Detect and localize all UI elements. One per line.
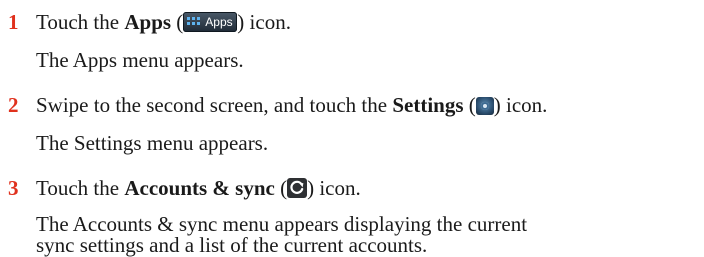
step-1-bold-term: Apps bbox=[124, 10, 172, 34]
apps-grid-glyph bbox=[187, 17, 201, 27]
step-3-result-line-2: sync settings and a list of the current … bbox=[36, 233, 428, 257]
sync-icon bbox=[287, 178, 308, 198]
step-2-text-post: ) icon. bbox=[493, 93, 548, 117]
step-2-text-pre: Swipe to the second screen, and touch th… bbox=[36, 93, 393, 117]
step-3-text-post: ) icon. bbox=[307, 176, 361, 200]
step-2-result: The Settings menu appears. bbox=[36, 131, 269, 155]
step-number-2: 2 bbox=[8, 93, 19, 117]
apps-icon: Apps bbox=[183, 12, 238, 32]
step-2-instruction: Swipe to the second screen, and touch th… bbox=[36, 93, 547, 117]
step-2-text-mid: ( bbox=[463, 93, 476, 117]
apps-icon-label: Apps bbox=[205, 15, 233, 29]
settings-icon bbox=[475, 97, 494, 115]
step-1-result: The Apps menu appears. bbox=[36, 48, 244, 72]
step-number-1: 1 bbox=[8, 10, 19, 34]
step-1-text-pre: Touch the bbox=[36, 10, 125, 34]
instruction-list: 1 Touch the Apps (Apps) icon. The Apps m… bbox=[0, 0, 704, 257]
step-1-text-mid: ( bbox=[171, 10, 184, 34]
step-3-text-mid: ( bbox=[274, 176, 288, 200]
step-number-3: 3 bbox=[8, 176, 19, 200]
step-3-instruction: Touch the Accounts & sync ( ) icon. bbox=[36, 176, 361, 200]
step-3-bold-term: Accounts & sync bbox=[124, 176, 275, 200]
step-1-text-post: ) icon. bbox=[237, 10, 291, 34]
step-1-instruction: Touch the Apps (Apps) icon. bbox=[36, 10, 291, 34]
step-3-text-pre: Touch the bbox=[36, 176, 125, 200]
step-2-bold-term: Settings bbox=[392, 93, 464, 117]
